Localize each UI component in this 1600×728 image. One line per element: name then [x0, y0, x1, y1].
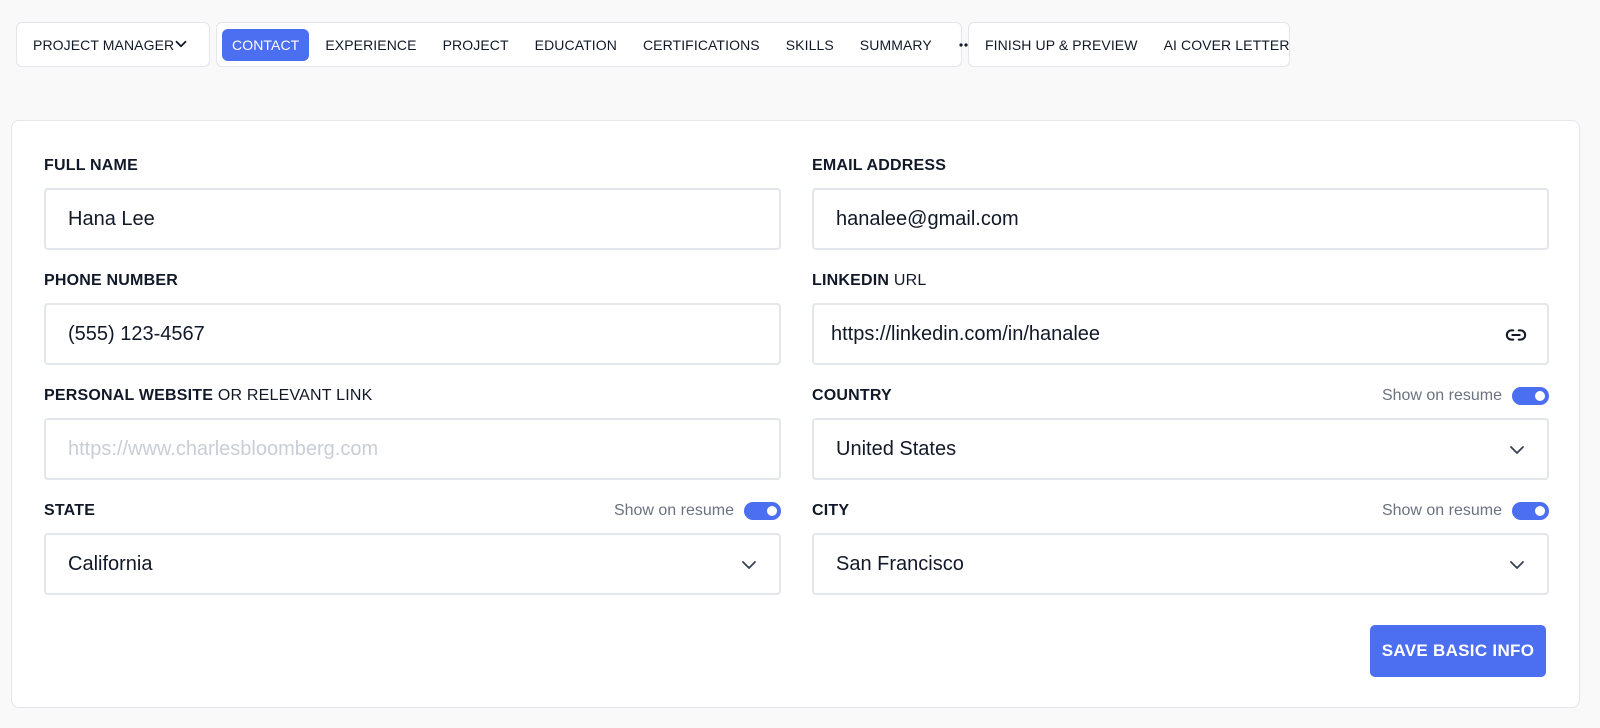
email-value: hanalee@gmail.com: [836, 207, 1019, 230]
show-on-resume-label: Show on resume: [613, 502, 734, 519]
linkedin-label-bold: LINKEDIN: [812, 272, 890, 289]
tab-label: AI COVER LETTER: [1163, 36, 1290, 53]
website-label-bold: PERSONAL WEBSITE: [44, 387, 214, 404]
tab-finish-up-preview[interactable]: FINISH UP & PREVIEW: [975, 29, 1148, 61]
phone-input[interactable]: (555) 123-4567: [44, 303, 781, 365]
phone-field: PHONE NUMBER (555) 123-4567: [44, 270, 781, 365]
role-selector-label: PROJECT MANAGER: [33, 36, 175, 53]
city-select[interactable]: San Francisco: [812, 533, 1549, 595]
linkedin-label: LINKEDIN URL: [812, 272, 926, 290]
role-selector[interactable]: PROJECT MANAGER: [16, 22, 210, 67]
phone-label: PHONE NUMBER: [44, 272, 178, 289]
tab-label: FINISH UP & PREVIEW: [985, 36, 1138, 53]
city-field: CITY Show on resume San Francisco: [812, 500, 1549, 595]
tab-education[interactable]: EDUCATION: [525, 29, 627, 61]
website-placeholder: https://www.charlesbloomberg.com: [68, 437, 379, 460]
website-label-light: OR RELEVANT LINK: [217, 387, 373, 404]
tab-label: CONTACT: [232, 36, 300, 53]
country-select[interactable]: United States: [812, 418, 1549, 480]
email-input[interactable]: hanalee@gmail.com: [812, 188, 1549, 250]
city-show-on-resume: Show on resume: [1382, 502, 1549, 520]
linkedin-label-light: URL: [893, 272, 927, 289]
state-show-toggle[interactable]: [744, 502, 781, 520]
tab-summary[interactable]: SUMMARY: [850, 29, 942, 61]
country-value: United States: [836, 437, 957, 460]
full-name-field: FULL NAME Hana Lee: [44, 155, 781, 250]
tab-skills[interactable]: SKILLS: [776, 29, 844, 61]
country-show-toggle[interactable]: [1512, 387, 1549, 405]
website-label: PERSONAL WEBSITE OR RELEVANT LINK: [44, 387, 372, 405]
contact-form-card: FULL NAME Hana Lee EMAIL ADDRESS hanalee…: [11, 120, 1580, 708]
toggle-knob: [1535, 506, 1545, 516]
full-name-input[interactable]: Hana Lee: [44, 188, 781, 250]
tab-label: EXPERIENCE: [325, 36, 417, 53]
full-name-label: FULL NAME: [44, 157, 138, 174]
city-value: San Francisco: [836, 552, 964, 575]
chevron-down-icon: [175, 40, 187, 48]
show-on-resume-label: Show on resume: [1381, 502, 1502, 519]
tab-label: PROJECT: [442, 36, 509, 53]
linkedin-field: LINKEDIN URL https://linkedin.com/in/han…: [812, 270, 1549, 365]
secondary-tabs: FINISH UP & PREVIEW AI COVER LETTER: [968, 22, 1290, 67]
country-show-on-resume: Show on resume: [1382, 387, 1549, 405]
toggle-knob: [767, 506, 777, 516]
email-field: EMAIL ADDRESS hanalee@gmail.com: [812, 155, 1549, 250]
toggle-knob: [1535, 391, 1545, 401]
state-field: STATE Show on resume California: [44, 500, 781, 595]
city-show-toggle[interactable]: [1512, 502, 1549, 520]
city-label: CITY: [812, 502, 850, 519]
state-show-on-resume: Show on resume: [614, 502, 781, 520]
show-on-resume-label: Show on resume: [1381, 387, 1502, 404]
state-select[interactable]: California: [44, 533, 781, 595]
linkedin-input[interactable]: https://linkedin.com/in/hanalee: [812, 303, 1549, 365]
phone-value: (555) 123-4567: [68, 322, 205, 345]
country-label: COUNTRY: [812, 387, 892, 404]
linkedin-value: https://linkedin.com/in/hanalee: [831, 322, 1101, 345]
chevron-down-icon: [1510, 446, 1524, 454]
link-icon: [1505, 329, 1527, 341]
tab-label: CERTIFICATIONS: [642, 36, 760, 53]
website-input[interactable]: https://www.charlesbloomberg.com: [44, 418, 781, 480]
save-button-label: SAVE BASIC INFO: [1381, 641, 1535, 660]
tab-ai-cover-letter[interactable]: AI COVER LETTER: [1154, 29, 1300, 61]
tab-label: SUMMARY: [859, 36, 932, 53]
tab-label: EDUCATION: [534, 36, 617, 53]
tab-certifications[interactable]: CERTIFICATIONS: [633, 29, 770, 61]
chevron-down-icon: [1510, 561, 1524, 569]
full-name-value: Hana Lee: [68, 207, 155, 230]
chevron-down-icon: [742, 561, 756, 569]
tab-project[interactable]: PROJECT: [433, 29, 519, 61]
tab-label: SKILLS: [785, 36, 834, 53]
state-label: STATE: [44, 502, 96, 519]
tab-contact[interactable]: CONTACT: [222, 28, 310, 61]
section-tabs: CONTACT EXPERIENCE PROJECT EDUCATION CER…: [216, 22, 973, 67]
email-label: EMAIL ADDRESS: [812, 157, 947, 174]
website-field: PERSONAL WEBSITE OR RELEVANT LINK https:…: [44, 385, 781, 480]
tab-experience[interactable]: EXPERIENCE: [315, 29, 426, 61]
save-basic-info-button[interactable]: SAVE BASIC INFO: [1370, 625, 1546, 677]
state-value: California: [68, 552, 153, 575]
country-field: COUNTRY Show on resume United States: [812, 385, 1549, 480]
